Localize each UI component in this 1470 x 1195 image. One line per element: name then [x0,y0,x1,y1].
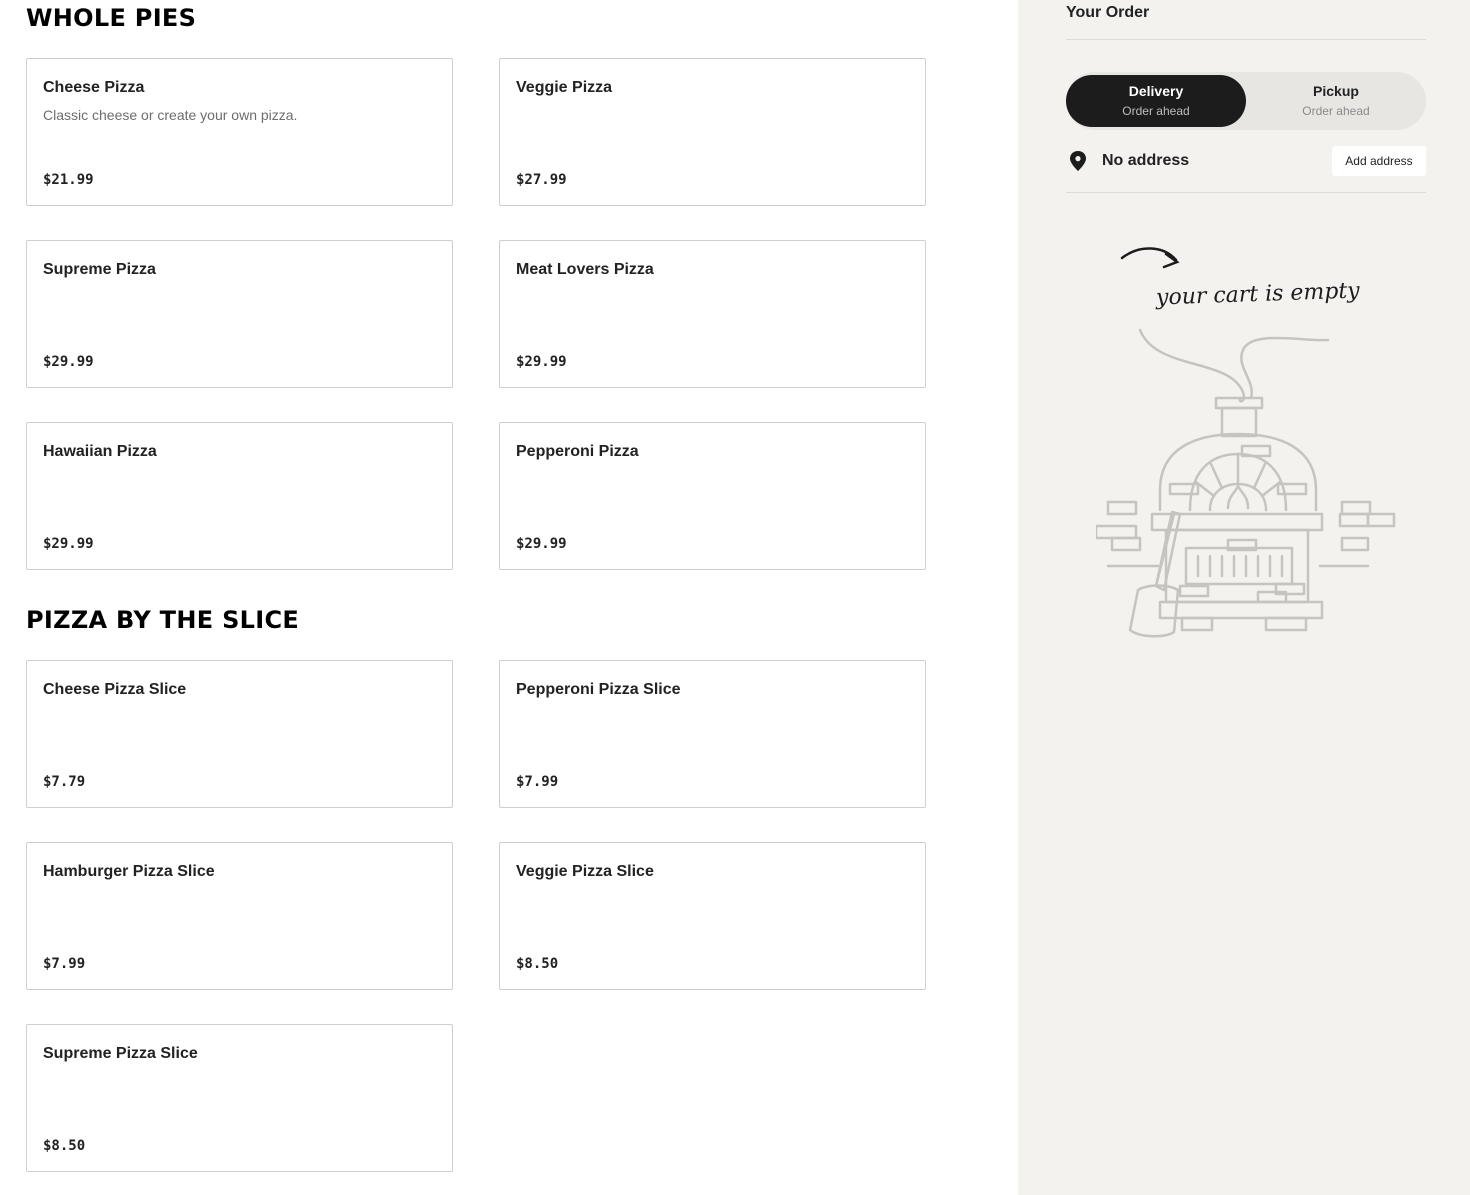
menu-item-card[interactable]: Veggie Pizza Slice $8.50 [499,842,926,990]
menu-item-name: Supreme Pizza Slice [43,1045,198,1062]
menu-item-name: Hawaiian Pizza [43,443,157,460]
order-title: Your Order [1066,4,1150,21]
menu-item-price: $29.99 [516,536,567,552]
menu-item-card[interactable]: Veggie Pizza $27.99 [499,58,926,206]
menu-item-card[interactable]: Cheese Pizza Classic cheese or create yo… [26,58,453,206]
address-text: No address [1102,152,1190,169]
menu-item-name: Supreme Pizza [43,261,156,278]
menu-item-name: Cheese Pizza Slice [43,681,187,698]
menu-item-name: Pepperoni Pizza Slice [516,681,681,698]
pickup-option[interactable]: Pickup Order ahead [1246,75,1426,127]
delivery-option[interactable]: Delivery Order ahead [1066,75,1246,127]
menu-item-price: $29.99 [516,354,567,370]
pickup-sublabel: Order ahead [1302,104,1370,118]
location-pin-icon [1070,151,1086,171]
menu-panel: WHOLE PIES Cheese Pizza Classic cheese o… [0,0,1018,1195]
menu-item-name: Veggie Pizza Slice [516,863,654,880]
menu-item-card[interactable]: Hawaiian Pizza $29.99 [26,422,453,570]
menu-item-card[interactable]: Supreme Pizza Slice $8.50 [26,1024,453,1172]
menu-item-price: $8.50 [516,956,559,972]
menu-item-price: $29.99 [43,536,94,552]
menu-item-price: $8.50 [43,1138,86,1154]
menu-item-card[interactable]: Pepperoni Pizza $29.99 [499,422,926,570]
section-title-pizza-by-the-slice: PIZZA BY THE SLICE [26,606,300,634]
fulfillment-toggle: Delivery Order ahead Pickup Order ahead [1066,72,1426,130]
menu-item-name: Hamburger Pizza Slice [43,863,215,880]
pickup-label: Pickup [1313,83,1359,99]
menu-item-price: $7.99 [516,774,559,790]
divider [1066,192,1426,193]
menu-item-card[interactable]: Hamburger Pizza Slice $7.99 [26,842,453,990]
menu-item-name: Meat Lovers Pizza [516,261,654,278]
add-address-button[interactable]: Add address [1332,146,1426,176]
menu-item-price: $27.99 [516,172,567,188]
menu-item-card[interactable]: Pepperoni Pizza Slice $7.99 [499,660,926,808]
menu-item-card[interactable]: Cheese Pizza Slice $7.79 [26,660,453,808]
delivery-label: Delivery [1128,83,1184,99]
divider [1066,39,1426,40]
menu-item-card[interactable]: Meat Lovers Pizza $29.99 [499,240,926,388]
section-title-whole-pies: WHOLE PIES [26,4,197,32]
menu-item-name: Cheese Pizza [43,79,145,96]
menu-item-card[interactable]: Supreme Pizza $29.99 [26,240,453,388]
menu-item-price: $29.99 [43,354,94,370]
menu-item-name: Veggie Pizza [516,79,613,96]
order-sidebar: Your Order Delivery Order ahead Pickup O… [1018,0,1470,1195]
menu-item-price: $7.79 [43,774,86,790]
delivery-sublabel: Order ahead [1122,104,1190,118]
menu-item-price: $21.99 [43,172,94,188]
menu-item-description: Classic cheese or create your own pizza. [43,107,298,123]
menu-item-name: Pepperoni Pizza [516,443,639,460]
menu-item-price: $7.99 [43,956,86,972]
